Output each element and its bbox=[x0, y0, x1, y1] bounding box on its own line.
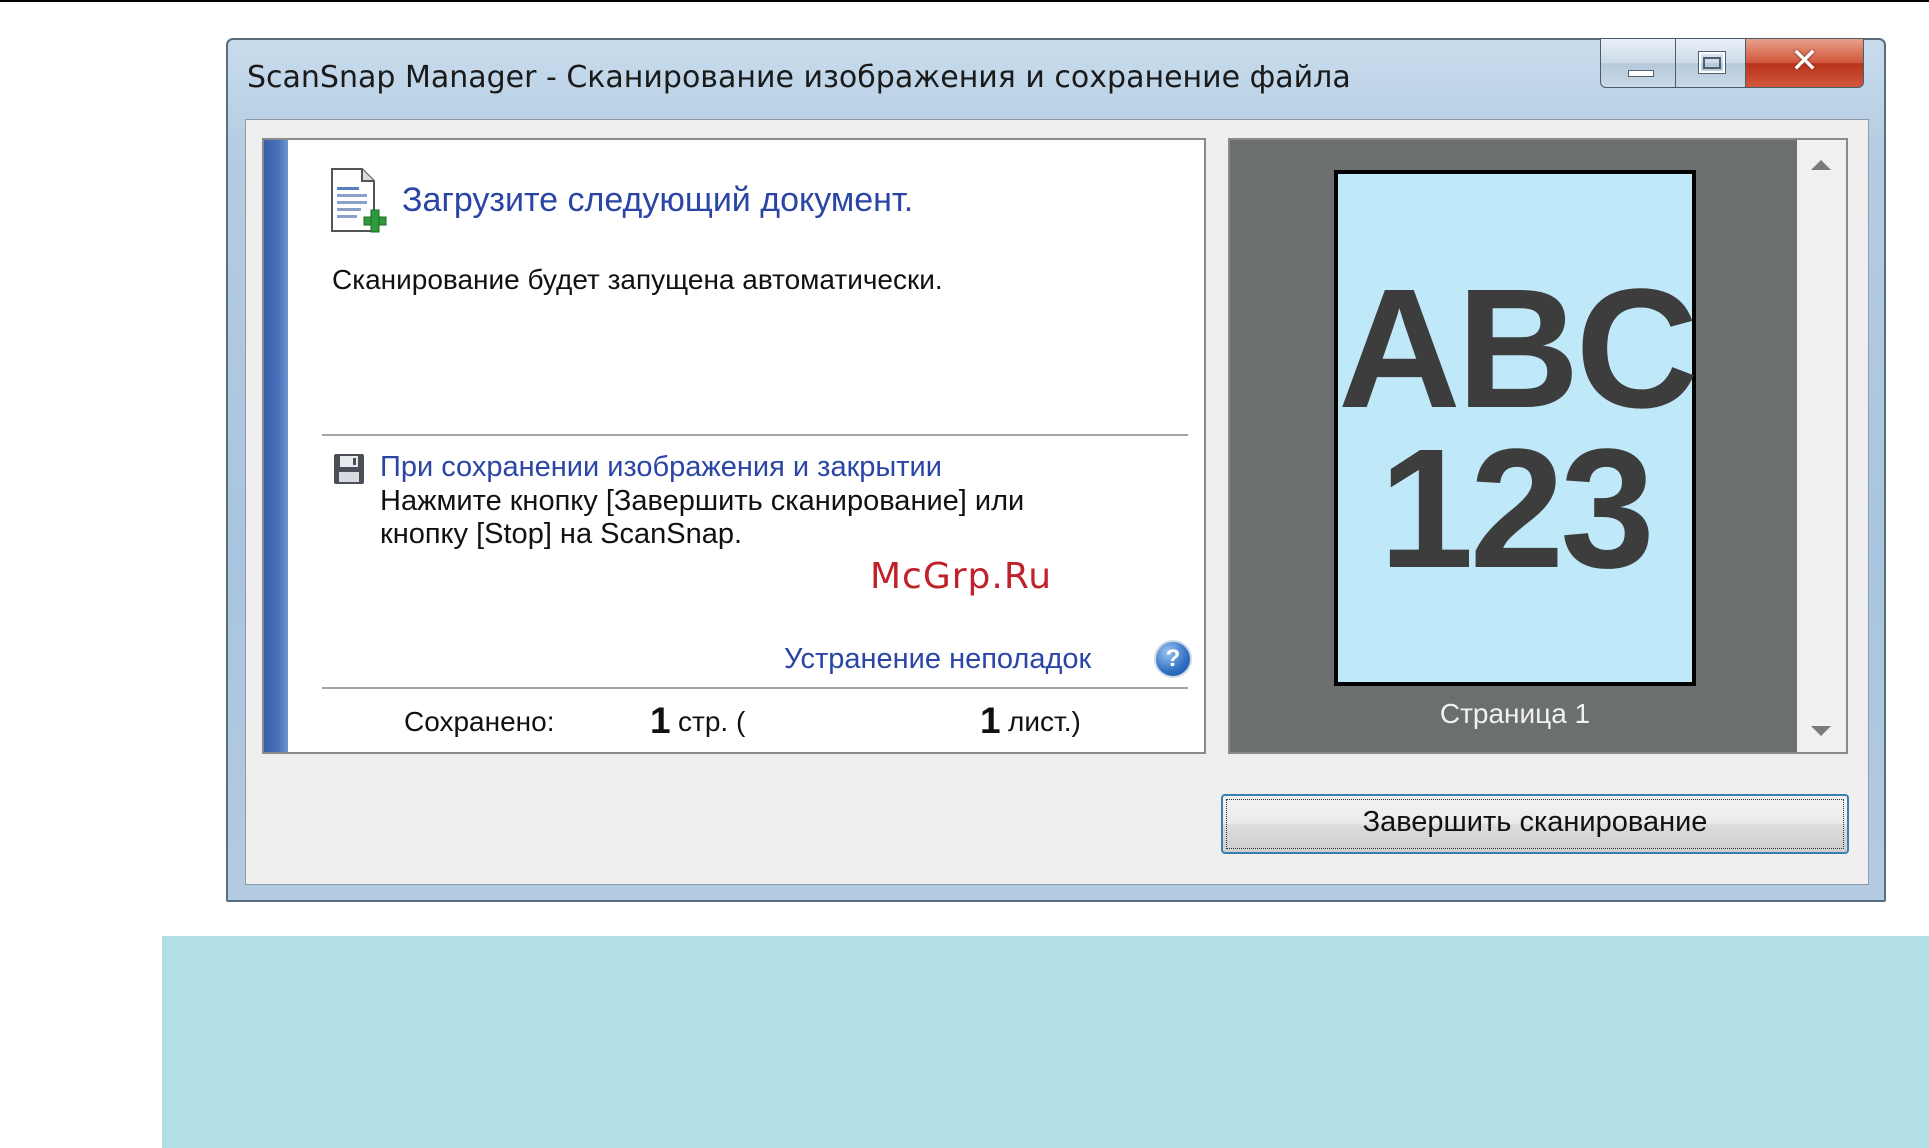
instructions-panel: Загрузите следующий документ. Сканирован… bbox=[262, 138, 1206, 754]
restore-button[interactable] bbox=[1676, 38, 1746, 88]
page-band bbox=[162, 936, 1929, 1148]
thumbnail-text-line-1: ABC bbox=[1338, 254, 1698, 444]
page-thumbnail[interactable]: ABC 123 bbox=[1334, 170, 1698, 686]
top-rule bbox=[0, 0, 1929, 2]
minimize-icon bbox=[1628, 70, 1654, 77]
scroll-up-arrow-icon[interactable] bbox=[1811, 160, 1831, 170]
instruction-heading: Загрузите следующий документ. bbox=[402, 181, 914, 219]
add-document-icon bbox=[331, 168, 387, 233]
floppy-disk-icon bbox=[334, 454, 364, 484]
auto-scan-text: Сканирование будет запущена автоматическ… bbox=[332, 264, 943, 295]
preview-panel: ABC 123 Страница 1 bbox=[1228, 138, 1848, 754]
accent-bar bbox=[264, 140, 288, 752]
save-instruction-line-2: кнопку [Stop] на ScanSnap. bbox=[380, 518, 743, 550]
saved-label: Сохранено: bbox=[404, 706, 555, 737]
restore-icon bbox=[1699, 52, 1725, 73]
scansnap-window: ScanSnap Manager - Сканирование изображе… bbox=[226, 38, 1886, 902]
saved-sheets-count: 1 bbox=[980, 700, 1001, 741]
save-instruction-line-1: Нажмите кнопку [Завершить сканирование] … bbox=[380, 485, 1025, 517]
saved-pages-count: 1 bbox=[650, 700, 671, 741]
troubleshooting-link[interactable]: Устранение неполадок bbox=[784, 643, 1091, 676]
finish-scanning-button[interactable]: Завершить сканирование bbox=[1221, 794, 1849, 854]
sheets-unit-label: лист.) bbox=[1008, 706, 1081, 737]
pages-unit-label: стр. ( bbox=[678, 706, 746, 737]
save-section-title: При сохранении изображения и закрытии bbox=[380, 451, 942, 483]
close-button[interactable]: ✕ bbox=[1746, 38, 1864, 88]
divider bbox=[322, 434, 1188, 436]
dialog-client-area: Загрузите следующий документ. Сканирован… bbox=[245, 119, 1869, 885]
finish-scanning-label: Завершить сканирование bbox=[1362, 806, 1708, 838]
close-icon: ✕ bbox=[1790, 41, 1819, 81]
watermark-text: McGrp.Ru bbox=[870, 556, 1053, 597]
page-caption: Страница 1 bbox=[1439, 698, 1591, 729]
preview-scrollbar[interactable] bbox=[1797, 140, 1846, 752]
thumbnail-text-line-2: 123 bbox=[1379, 414, 1655, 604]
caption-buttons: ✕ bbox=[1600, 38, 1864, 90]
help-icon[interactable]: ? bbox=[1154, 640, 1192, 678]
divider bbox=[322, 687, 1188, 689]
scroll-down-arrow-icon[interactable] bbox=[1811, 726, 1831, 736]
minimize-button[interactable] bbox=[1600, 38, 1676, 88]
preview-area[interactable]: ABC 123 Страница 1 bbox=[1230, 140, 1797, 752]
title-bar[interactable]: ScanSnap Manager - Сканирование изображе… bbox=[228, 38, 1884, 120]
window-title: ScanSnap Manager - Сканирование изображе… bbox=[247, 60, 1351, 95]
